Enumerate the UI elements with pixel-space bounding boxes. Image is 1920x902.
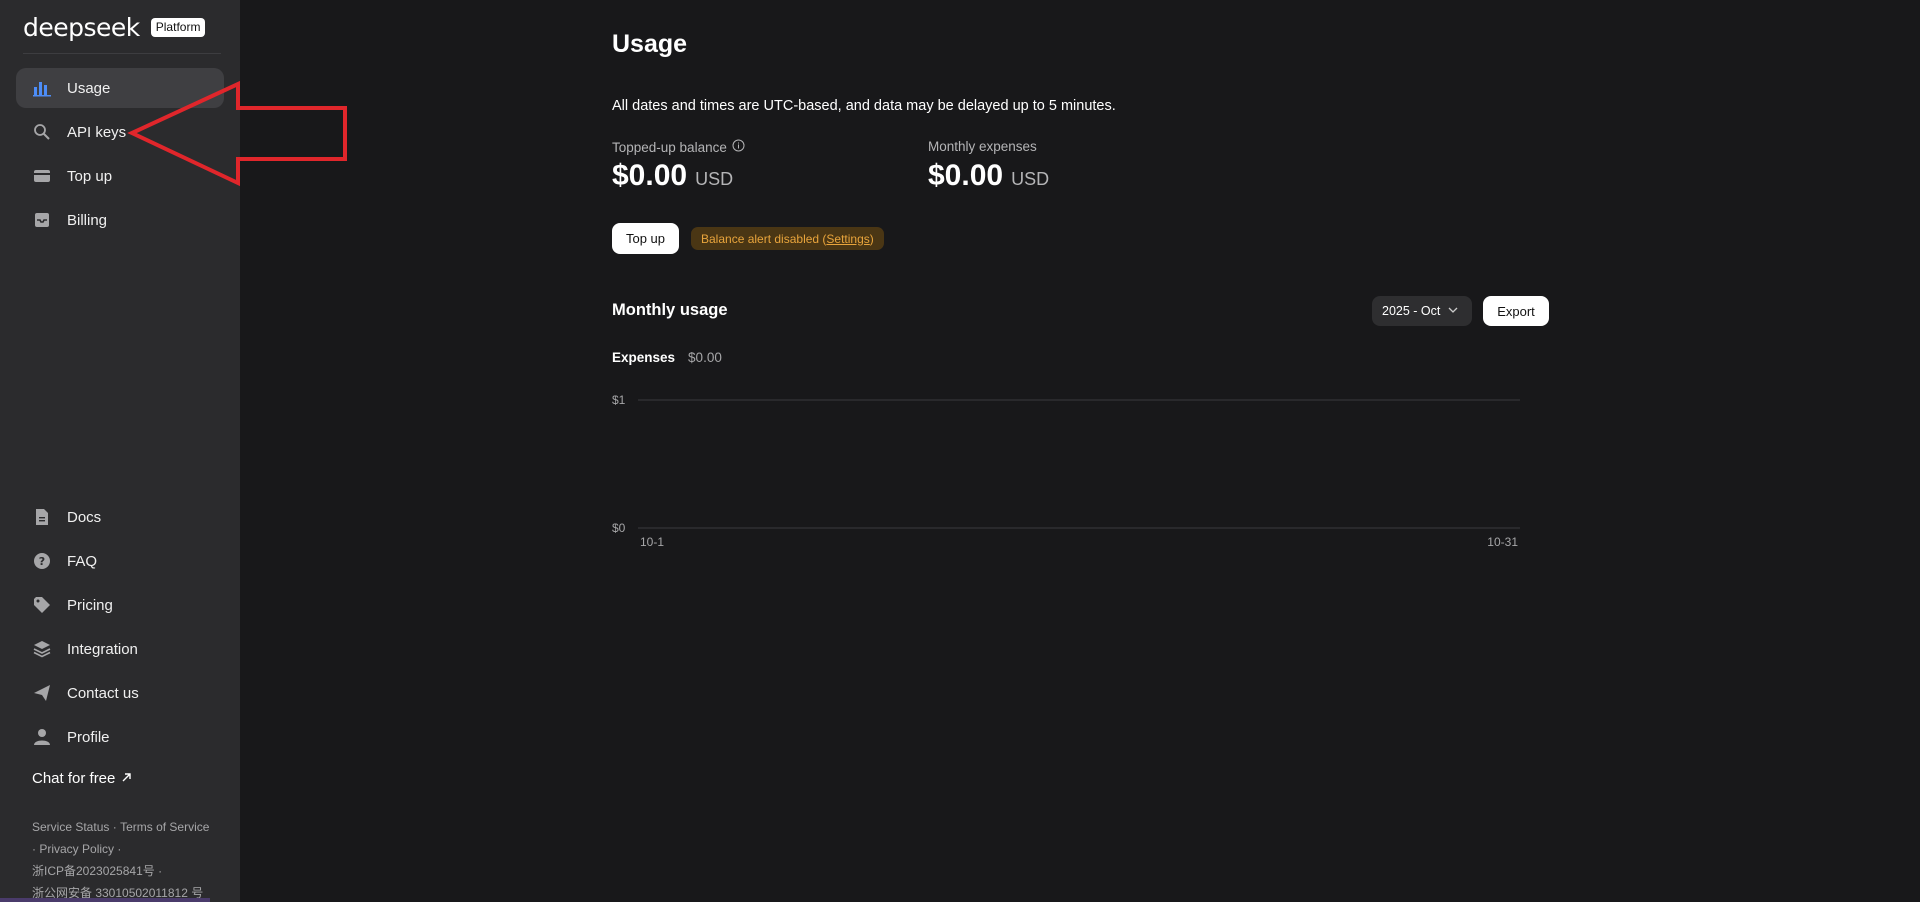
tag-icon xyxy=(32,595,52,615)
icp-link[interactable]: 浙ICP备2023025841号 xyxy=(32,864,155,878)
sidebar-item-label: API keys xyxy=(67,123,127,141)
page-title: Usage xyxy=(612,30,688,58)
chat-for-free-link[interactable]: Chat for free xyxy=(32,770,132,787)
y-tick-label: $1 xyxy=(612,393,626,407)
send-icon xyxy=(32,683,52,703)
bottom-strip xyxy=(0,898,210,902)
sidebar-item-api-keys[interactable]: API keys xyxy=(16,112,224,152)
footer-separator: · xyxy=(117,842,122,856)
sidebar-item-usage[interactable]: Usage xyxy=(16,68,224,108)
alert-text: Balance alert disabled ( xyxy=(701,231,827,246)
sidebar-item-label: FAQ xyxy=(67,552,98,570)
balance-alert-badge: Balance alert disabled (Settings) xyxy=(691,227,884,250)
brand[interactable]: deepseek Platform xyxy=(23,12,206,42)
sidebar-item-label: Integration xyxy=(67,640,138,658)
x-tick-label: 10-31 xyxy=(1487,535,1518,549)
privacy-link[interactable]: Privacy Policy xyxy=(39,842,114,856)
x-tick-label: 10-1 xyxy=(640,535,664,549)
platform-badge: Platform xyxy=(150,17,206,37)
alert-close-paren: ) xyxy=(869,231,874,246)
monthly-expenses-label-text: Monthly expenses xyxy=(928,139,1037,154)
sidebar-item-contact-us[interactable]: Contact us xyxy=(16,673,224,713)
topped-up-label-text: Topped-up balance xyxy=(612,139,727,155)
export-button[interactable]: Export xyxy=(1483,296,1549,326)
inbox-icon xyxy=(32,210,52,230)
info-icon[interactable] xyxy=(732,139,745,155)
service-status-link[interactable]: Service Status xyxy=(32,820,109,834)
user-icon xyxy=(32,727,52,747)
sidebar-item-integration[interactable]: Integration xyxy=(16,629,224,669)
monthly-expenses-amount: $0.00 xyxy=(928,159,1004,192)
expenses-value: $0.00 xyxy=(688,350,722,365)
footer-separator: · xyxy=(158,864,163,878)
sidebar-item-label: Docs xyxy=(67,508,102,526)
external-link-icon xyxy=(121,770,132,787)
sidebar-divider xyxy=(23,53,221,54)
sidebar-item-top-up[interactable]: Top up xyxy=(16,156,224,196)
layers-icon xyxy=(32,639,52,659)
y-tick-label: $0 xyxy=(612,521,626,535)
main-content: Usage All dates and times are UTC-based,… xyxy=(240,0,1920,902)
sidebar-item-label: Top up xyxy=(67,167,113,185)
chat-for-free-label: Chat for free xyxy=(32,770,116,787)
sidebar-item-label: Usage xyxy=(67,79,111,97)
monthly-expenses-label: Monthly expenses xyxy=(928,139,1037,154)
sidebar: deepseek Platform Usage API keys Top up … xyxy=(0,0,240,902)
month-select[interactable]: 2025 - Oct xyxy=(1372,296,1472,326)
monthly-expenses-value: $0.00 USD xyxy=(928,159,1049,193)
sidebar-item-pricing[interactable]: Pricing xyxy=(16,585,224,625)
topped-up-currency: USD xyxy=(695,169,734,189)
sidebar-item-faq[interactable]: ? FAQ xyxy=(16,541,224,581)
monthly-expenses-currency: USD xyxy=(1011,169,1050,189)
topped-up-balance-value: $0.00 USD xyxy=(612,159,733,193)
monthly-usage-title: Monthly usage xyxy=(612,301,728,319)
topped-up-balance-label: Topped-up balance xyxy=(612,139,745,155)
sidebar-item-billing[interactable]: Billing xyxy=(16,200,224,240)
sidebar-item-profile[interactable]: Profile xyxy=(16,717,224,757)
sidebar-item-label: Profile xyxy=(67,728,110,746)
top-up-button[interactable]: Top up xyxy=(612,223,679,254)
deepseek-logo[interactable]: deepseek xyxy=(23,13,140,42)
sidebar-footer: Service Status · Terms of Service · Priv… xyxy=(32,816,232,902)
svg-text:?: ? xyxy=(39,555,45,568)
month-select-value: 2025 - Oct xyxy=(1382,304,1441,318)
question-icon: ? xyxy=(32,551,52,571)
search-key-icon xyxy=(32,122,52,142)
doc-icon xyxy=(32,507,52,527)
sidebar-item-label: Pricing xyxy=(67,596,113,614)
utc-note: All dates and times are UTC-based, and d… xyxy=(612,98,1116,114)
footer-separator: · xyxy=(112,820,121,834)
terms-link[interactable]: Terms of Service xyxy=(120,820,209,834)
sidebar-item-docs[interactable]: Docs xyxy=(16,497,224,537)
expenses-summary: Expenses $0.00 xyxy=(612,350,722,365)
usage-chart: $1 $0 10-1 10-31 xyxy=(612,393,1520,549)
chevron-down-icon xyxy=(1448,304,1458,318)
alert-settings-link[interactable]: Settings xyxy=(826,232,869,246)
sidebar-item-label: Contact us xyxy=(67,684,139,702)
topped-up-amount: $0.00 xyxy=(612,159,688,192)
bar-chart-icon xyxy=(32,78,52,98)
card-icon xyxy=(32,166,52,186)
sidebar-item-label: Billing xyxy=(67,211,108,229)
expenses-label: Expenses xyxy=(612,350,676,365)
